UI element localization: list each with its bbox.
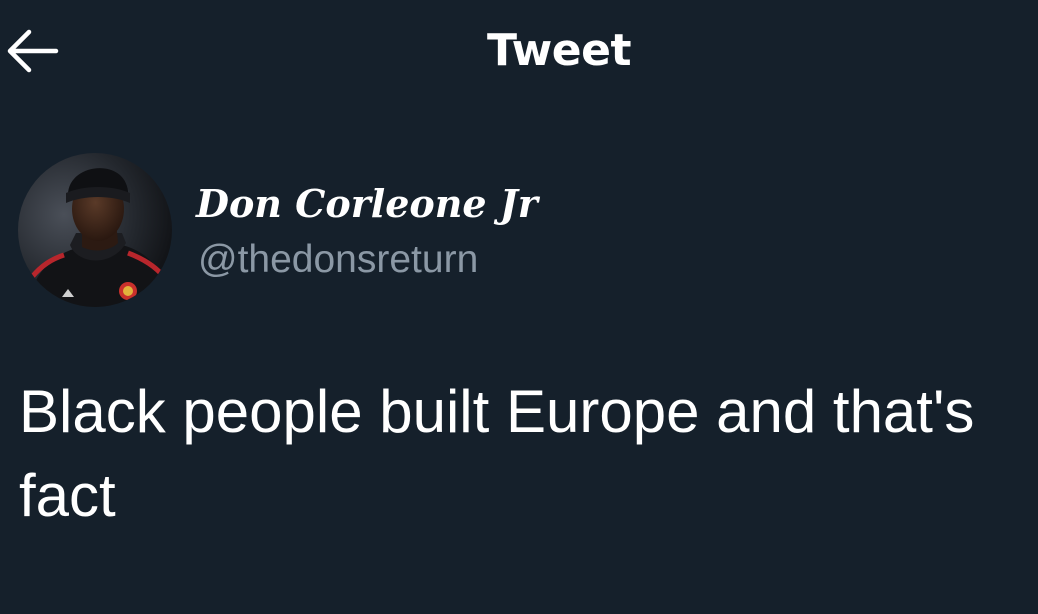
tweet-text: Black people built Europe and that's fac… xyxy=(19,378,975,529)
top-bar: Tweet xyxy=(0,0,1038,100)
author-handle[interactable]: @thedonsreturn xyxy=(198,237,478,283)
avatar[interactable] xyxy=(18,153,172,307)
tweet-author: Don Corleone Jr @thedonsreturn xyxy=(18,153,1018,308)
author-display-name[interactable]: Don Corleone Jr xyxy=(196,181,538,227)
page-title: Tweet xyxy=(486,25,632,76)
profile-photo xyxy=(18,153,172,307)
tweet-detail-page: Tweet Don Corleone Jr @thedonsreturn Bla… xyxy=(0,0,1038,614)
